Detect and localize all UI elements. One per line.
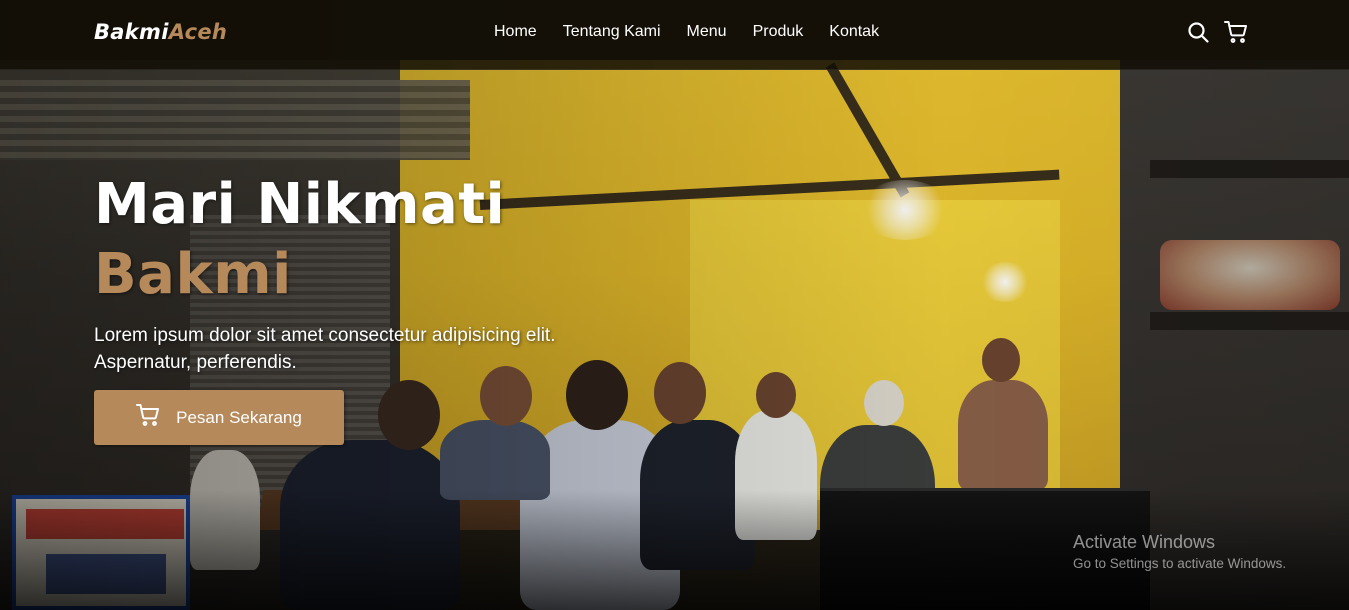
brand-name-part2: Aceh xyxy=(168,20,228,44)
nav-link-menu[interactable]: Menu xyxy=(687,22,727,42)
hero-title-line2: Bakmi xyxy=(94,242,292,307)
nav-icons xyxy=(1186,20,1248,44)
nav-links: Home Tentang Kami Menu Produk Kontak xyxy=(494,22,905,42)
windows-activation-watermark: Activate Windows Go to Settings to activ… xyxy=(1073,531,1286,575)
shopping-cart-icon xyxy=(136,403,160,426)
brand-name-part1: Bakmi xyxy=(94,20,169,44)
navbar: BakmiAceh Home Tentang Kami Menu Produk … xyxy=(0,0,1349,70)
hero-title: Mari Nikmati Bakmi xyxy=(94,170,505,310)
shopping-cart-icon[interactable] xyxy=(1224,20,1248,44)
search-icon[interactable] xyxy=(1186,20,1210,44)
order-now-button[interactable]: Pesan Sekarang xyxy=(94,390,344,445)
nav-link-tentang-kami[interactable]: Tentang Kami xyxy=(563,22,661,42)
brand-logo[interactable]: BakmiAceh xyxy=(94,20,227,44)
nav-link-home[interactable]: Home xyxy=(494,22,537,42)
hero-description: Lorem ipsum dolor sit amet consectetur a… xyxy=(94,325,556,373)
nav-link-produk[interactable]: Produk xyxy=(753,22,804,42)
watermark-title: Activate Windows xyxy=(1073,532,1216,552)
order-now-label: Pesan Sekarang xyxy=(176,407,302,427)
hero-title-line1: Mari Nikmati xyxy=(94,172,506,237)
nav-link-kontak[interactable]: Kontak xyxy=(829,22,879,42)
watermark-subtitle: Go to Settings to activate Windows. xyxy=(1073,556,1287,571)
